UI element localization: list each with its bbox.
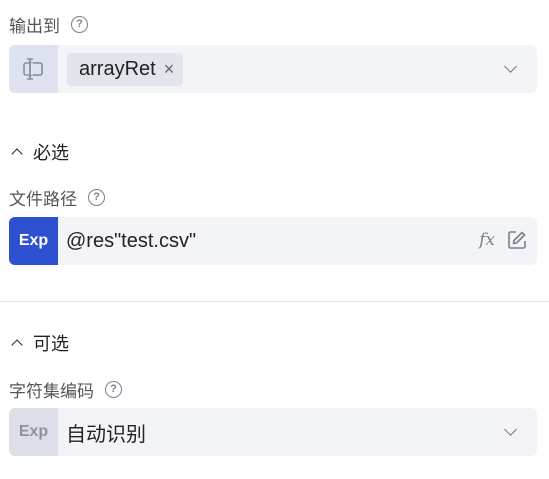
output-variable-select[interactable]: arrayRet × — [9, 45, 537, 93]
exp-label: Exp — [18, 232, 49, 249]
chevron-down-icon[interactable] — [504, 423, 517, 436]
fx-icon[interactable]: fx — [479, 230, 495, 250]
variable-tag: arrayRet × — [67, 52, 184, 86]
expression-toggle[interactable]: Exp — [9, 217, 58, 265]
encoding-label: 字符集编码 — [9, 382, 94, 401]
collapse-caret-icon — [11, 148, 23, 160]
encoding-select[interactable]: Exp 自动识别 — [9, 408, 537, 456]
collapse-caret-icon — [11, 339, 23, 351]
encoding-value: 自动识别 — [66, 423, 146, 446]
file-path-label-row: 文件路径 ? — [9, 185, 105, 210]
exp-label: Exp — [18, 423, 49, 440]
required-section-header[interactable]: 必选 — [11, 139, 69, 165]
file-path-label: 文件路径 — [9, 190, 77, 209]
help-icon[interactable]: ? — [105, 381, 122, 398]
help-icon[interactable]: ? — [88, 189, 105, 206]
optional-section-title: 可选 — [33, 334, 69, 354]
encoding-label-row: 字符集编码 ? — [9, 377, 122, 402]
output-label-row: 输出到 ? — [9, 12, 88, 37]
chevron-down-icon[interactable] — [504, 60, 517, 73]
file-path-input[interactable]: Exp @res"test.csv" fx — [9, 217, 537, 265]
variable-tag-label: arrayRet — [79, 57, 156, 80]
help-icon[interactable]: ? — [71, 16, 88, 33]
section-divider — [0, 301, 549, 302]
tag-close-icon[interactable]: × — [164, 59, 175, 80]
file-path-value[interactable]: @res"test.csv" — [66, 230, 196, 253]
expression-toggle[interactable]: Exp — [9, 408, 58, 456]
optional-section-header[interactable]: 可选 — [11, 330, 69, 356]
field-actions: fx — [479, 230, 527, 250]
variable-prefix[interactable] — [9, 45, 58, 93]
required-section-title: 必选 — [33, 143, 69, 163]
output-label: 输出到 — [9, 17, 60, 36]
variable-cursor-icon — [22, 58, 43, 80]
edit-icon[interactable] — [507, 230, 527, 250]
properties-panel: 输出到 ? arrayRet × 必选 文件路径 ? Exp @res"test… — [0, 0, 549, 479]
